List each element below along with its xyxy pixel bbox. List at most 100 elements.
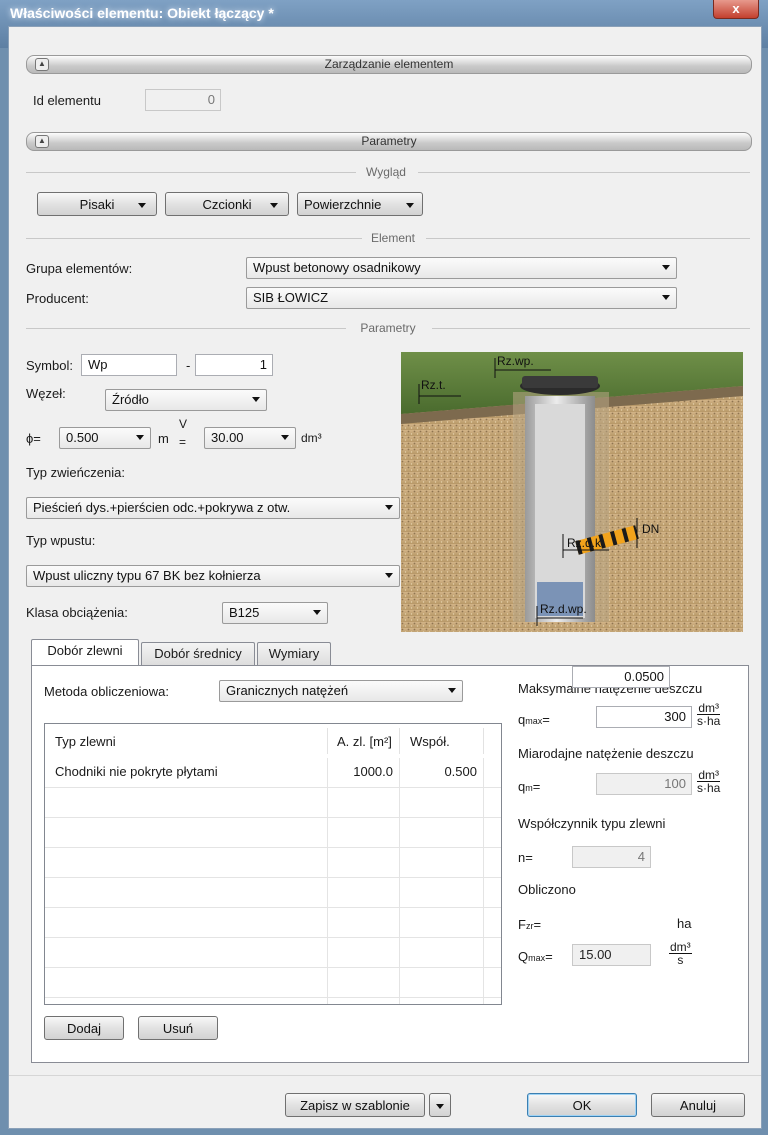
tab-diameter[interactable]: Dobór średnicy [141,642,255,666]
table-header: Typ zlewni A. zl. [m²] Współ. [45,724,501,759]
cancel-button[interactable]: Anuluj [651,1093,745,1117]
volume-unit: dm³ [301,431,322,445]
remove-row-button[interactable]: Usuń [138,1016,218,1040]
qmax-unit: dm³ s·ha [697,702,721,727]
qm-field[interactable]: 100 [596,773,692,795]
add-row-button[interactable]: Dodaj [44,1016,124,1040]
inlet-diagram: Rz.t. Rz.wp. DN Rz.d.k. Rz.d.wp. [401,352,743,632]
inlet-type-select[interactable]: Wpust uliczny typu 67 BK bez kołnierza [26,565,400,587]
volume-label-bottom: = [179,435,187,449]
row-type-cell: Chodniki nie pokryte płytami [55,764,218,779]
Qmax-symbol: Q [518,949,529,964]
computed-title: Obliczono [518,882,576,897]
chevron-down-icon [662,295,670,300]
collapse-icon[interactable]: ▲ [35,58,49,71]
save-template-button[interactable]: Zapisz w szablonie [285,1093,425,1117]
inlet-type-label: Typ wpustu: [26,533,96,548]
dropdown-arrow-icon [270,203,278,208]
window-title: Właściwości elementu: Obiekt łączący * [10,5,274,21]
column-header-coef[interactable]: Współ. [410,734,450,749]
section-bar-management[interactable]: ▲ Zarządzanie elementem [26,55,752,74]
symbol-number-field[interactable]: 1 [195,354,273,376]
dialog-client: ▲ Zarządzanie elementem Id elementu 0 ▲ … [8,26,762,1129]
symbol-field[interactable]: Wp [81,354,177,376]
volume-value: 30.00 [211,430,244,445]
diagram-label-rzdk: Rz.d.k. [567,536,605,550]
group-params: Parametry [26,321,750,335]
fzr-symbol: F [518,917,526,932]
qmax-equals: = [542,712,550,727]
element-group-label: Grupa elementów: [26,261,133,276]
design-rain-title: Miarodajne natężenie deszczu [518,746,694,761]
fzr-label: Fzr= [518,917,541,932]
node-value: Źródło [112,392,149,407]
group-params-header: Parametry [346,321,430,335]
Qmax-field[interactable]: 15.00 [572,944,651,966]
ok-button[interactable]: OK [527,1093,637,1117]
section-bar-parameters[interactable]: ▲ Parametry [26,132,752,151]
surfaces-button[interactable]: Powierzchnie [297,192,423,216]
close-button[interactable]: x [713,0,759,19]
producer-value: SIB ŁOWICZ [253,290,329,305]
cap-type-select[interactable]: Pieścień dys.+pierścien odc.+pokrywa z o… [26,497,400,519]
chevron-down-icon [385,573,393,578]
qm-label: qm= [518,779,540,794]
diagram-label-rzt: Rz.t. [421,378,446,392]
tab-dimensions[interactable]: Wymiary [257,642,331,666]
phi-select[interactable]: 0.500 [59,427,151,449]
section-parameters-label: Parametry [361,134,417,148]
inlet-type-value: Wpust uliczny typu 67 BK bez kołnierza [33,568,261,583]
qm-unit: dm³ s·ha [697,769,721,794]
dropdown-arrow-icon [138,203,146,208]
element-group-value: Wpust betonowy osadnikowy [253,260,421,275]
qm-subscript: m [525,783,533,793]
load-class-value: B125 [229,605,260,620]
fonts-button[interactable]: Czcionki [165,192,289,216]
n-field[interactable]: 4 [572,846,651,868]
chevron-down-icon [448,688,456,693]
chevron-down-icon [281,435,289,440]
catchment-table[interactable]: Typ zlewni A. zl. [m²] Współ. Chodniki n… [44,723,502,1005]
Qmax-unit: dm³ s [669,941,692,966]
group-appearance-header: Wygląd [356,165,416,179]
node-select[interactable]: Źródło [105,389,267,411]
column-header-area[interactable]: A. zl. [m²] [337,734,392,749]
qm-equals: = [532,779,541,794]
phi-label: ϕ= [26,431,41,446]
chevron-down-icon [662,265,670,270]
chevron-down-icon [385,505,393,510]
n-label: n= [518,850,533,865]
footer-divider [9,1075,761,1076]
phi-unit: m [158,431,169,446]
coef-title: Współczynnik typu zlewni [518,816,666,831]
chevron-down-icon [313,610,321,615]
element-group-select[interactable]: Wpust betonowy osadnikowy [246,257,677,279]
collapse-icon[interactable]: ▲ [35,135,49,148]
element-id-field[interactable]: 0 [145,89,221,111]
producer-select[interactable]: SIB ŁOWICZ [246,287,677,309]
pens-label: Pisaki [79,197,115,212]
diagram-label-rzdwp: Rz.d.wp. [540,602,587,616]
volume-select[interactable]: 30.00 [204,427,296,449]
group-element: Element [26,231,750,245]
qmax-subscript: max [525,716,543,726]
load-class-label: Klasa obciążenia: [26,605,128,620]
method-label: Metoda obliczeniowa: [44,684,170,699]
tab-catchment[interactable]: Dobór zlewni [31,639,139,666]
symbol-dash: - [186,358,191,373]
fonts-label: Czcionki [202,197,252,212]
Qmax-subscript: max [528,953,546,963]
diagram-label-rzwp: Rz.wp. [497,354,534,368]
phi-value: 0.500 [66,430,99,445]
load-class-select[interactable]: B125 [222,602,328,624]
fzr-field[interactable]: 0.0500 [572,666,670,688]
column-header-type[interactable]: Typ zlewni [55,734,116,749]
qmax-field[interactable]: 300 [596,706,692,728]
table-row[interactable]: Chodniki nie pokryte płytami 1000.0 0.50… [45,758,483,788]
method-select[interactable]: Granicznych natężeń [219,680,463,702]
table-body [45,758,501,1004]
save-template-menu-button[interactable] [429,1093,451,1117]
pens-button[interactable]: Pisaki [37,192,157,216]
chevron-down-icon [252,397,260,402]
group-appearance: Wygląd [26,165,750,179]
